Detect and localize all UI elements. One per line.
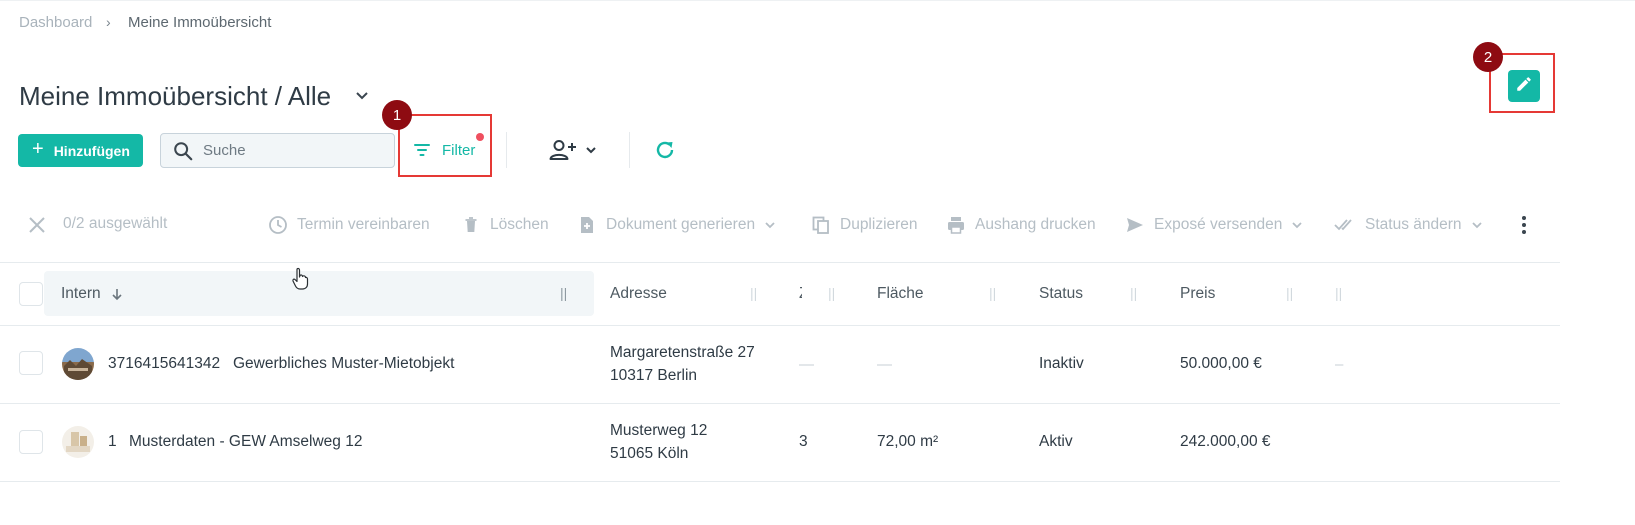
column-resize-handle[interactable]: || [989,285,996,301]
toolbar-divider [506,132,507,168]
close-icon [27,215,56,235]
row-extra: – [1335,356,1344,373]
change-status-label: Status ändern [1365,216,1462,233]
property-thumbnail [62,348,94,380]
schedule-appointment-button[interactable]: Termin vereinbaren [268,215,430,235]
column-header-intern-label: Intern [61,285,101,302]
search-field[interactable] [160,133,395,168]
row-area: — [877,356,892,373]
duplicate-label: Duplizieren [840,216,918,233]
chevron-down-icon [1470,218,1493,232]
column-header-rooms[interactable]: Z [799,285,802,303]
chevron-down-icon [584,143,598,157]
trash-icon [461,215,490,235]
row-price: 50.000,00 € [1180,355,1262,372]
arrow-down-icon [110,287,124,301]
search-icon [172,140,194,167]
row-rooms: 3 [799,433,808,450]
refresh-icon[interactable] [653,138,677,167]
row-status: Aktiv [1039,433,1073,450]
column-header-intern[interactable]: Intern [61,285,124,303]
print-notice-label: Aushang drucken [975,216,1096,233]
row-price: 242.000,00 € [1180,433,1271,450]
callout-badge-2: 2 [1473,42,1503,72]
column-resize-handle[interactable]: || [1286,285,1293,301]
filter-label: Filter [442,141,476,159]
pencil-icon [1515,75,1533,98]
plus-icon: + [32,138,44,160]
column-resize-handle[interactable]: || [560,285,567,301]
more-vertical-icon[interactable] [1518,214,1530,241]
breadcrumb-separator: › [106,14,111,30]
breadcrumb-dashboard-link[interactable]: Dashboard [19,14,92,31]
filter-icon [412,140,432,160]
copy-icon [811,215,840,235]
delete-label: Löschen [490,216,549,233]
delete-button[interactable]: Löschen [461,215,549,235]
column-resize-handle[interactable]: || [1130,285,1137,301]
row-id: 3716415641342 [108,355,221,372]
row-name[interactable]: Gewerbliches Muster-Mietobjekt [233,355,454,373]
column-header-address[interactable]: Adresse [610,285,667,303]
send-expose-label: Exposé versenden [1154,216,1283,233]
column-resize-handle[interactable]: || [750,285,757,301]
printer-icon [946,215,975,235]
filter-active-dot [476,133,484,141]
generate-document-dropdown[interactable]: Dokument generieren [577,215,786,235]
duplicate-button[interactable]: Duplizieren [811,215,918,235]
row-divider [0,403,1560,404]
breadcrumb-current: Meine Immoübersicht [128,14,272,31]
column-header-status[interactable]: Status [1039,285,1083,303]
row-name[interactable]: Musterdaten - GEW Amselweg 12 [129,433,362,451]
hand-cursor-icon [291,267,309,296]
callout-badge-1: 1 [382,100,412,130]
row-checkbox[interactable] [19,430,43,454]
intern-header-highlight [44,271,594,316]
table-top-border [0,262,1560,263]
column-header-price[interactable]: Preis [1180,285,1215,303]
property-thumbnail [62,426,94,458]
row-address-line2: 10317 Berlin [610,367,698,384]
page-title: Meine Immoübersicht / Alle [19,81,332,111]
send-icon [1125,215,1154,235]
chevron-down-icon [763,218,786,232]
column-header-area[interactable]: Fläche [877,285,924,303]
add-person-icon [548,138,578,162]
change-status-dropdown[interactable]: Status ändern [1334,215,1493,235]
row-divider [0,325,1560,326]
column-resize-handle[interactable]: || [828,285,835,301]
clock-icon [268,215,297,235]
deselect-all[interactable] [27,215,56,235]
search-input[interactable] [203,134,388,167]
chevron-down-icon [1290,218,1313,232]
double-check-icon [1334,215,1365,235]
row-area: 72,00 m² [877,433,939,450]
row-divider [0,481,1560,482]
row-address-line2: 51065 Köln [610,445,689,462]
top-border [0,0,1635,1]
toolbar-divider [629,132,630,168]
row-status: Inaktiv [1039,355,1084,372]
row-rooms: — [799,356,814,373]
add-button[interactable]: + Hinzufügen [18,134,143,167]
row-checkbox[interactable] [19,351,43,375]
generate-document-label: Dokument generieren [606,216,756,233]
row-id: 1 [108,433,117,450]
filter-button[interactable]: Filter [412,138,484,162]
assign-user-dropdown[interactable] [548,138,598,162]
document-add-icon [577,215,606,235]
view-dropdown-chevron-icon[interactable] [352,85,372,105]
add-button-label: Hinzufügen [53,142,130,159]
send-expose-dropdown[interactable]: Exposé versenden [1125,215,1313,235]
row-address-line1: Musterweg 12 [610,422,708,439]
print-notice-button[interactable]: Aushang drucken [946,215,1096,235]
column-resize-handle[interactable]: || [1335,285,1342,301]
selection-count: 0/2 ausgewählt [63,215,168,232]
row-address-line1: Margaretenstraße 27 [610,344,755,361]
edit-view-button[interactable] [1508,70,1540,102]
select-all-checkbox[interactable] [19,282,43,306]
schedule-appointment-label: Termin vereinbaren [297,216,430,233]
